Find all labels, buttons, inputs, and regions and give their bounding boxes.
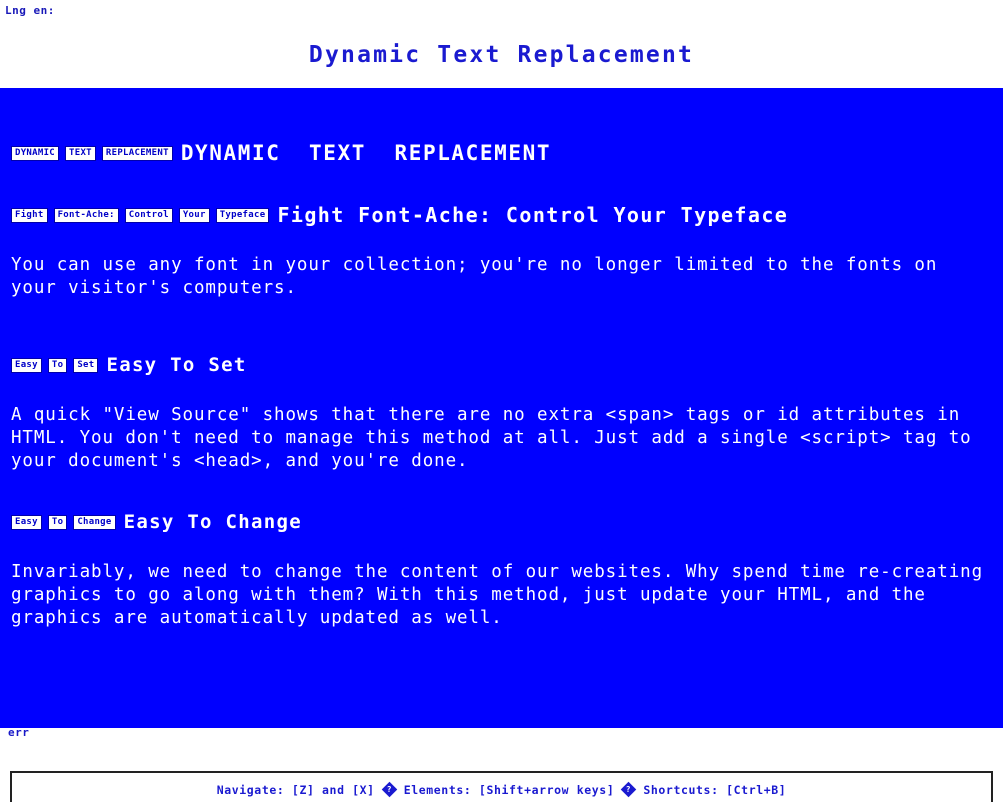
page-heading-easy-to-set: Easy To Set [106, 354, 247, 376]
alt-text-box[interactable]: Font-Ache: [53, 207, 119, 223]
alt-text-box[interactable]: DYNAMIC [11, 145, 60, 161]
keyboard-hint-box: Navigate: [Z] and [X] Elements: [Shift+a… [10, 771, 993, 802]
hint-elements: Elements: [Shift+arrow keys] [403, 782, 615, 797]
page-content: DYNAMIC TEXT REPLACEMENT DYNAMIC TEXT RE… [0, 88, 1003, 630]
browser-bottom-status-fragment: err [8, 728, 30, 739]
spacer-after-p2 [11, 473, 992, 509]
alt-text-box[interactable]: Easy [11, 357, 42, 373]
browser-top-status-bar: Lng en: [0, 0, 1003, 22]
spacer-after-h1 [11, 166, 992, 202]
spacer-after-p1 [11, 300, 992, 352]
alt-text-box[interactable]: REPLACEMENT [101, 145, 173, 161]
diamond-question-icon [621, 781, 637, 798]
page-heading-h1: DYNAMIC TEXT REPLACEMENT [180, 141, 552, 165]
hint-navigate: Navigate: [Z] and [X] [216, 782, 375, 797]
paragraph-easy-to-change: Invariably, we need to change the conten… [11, 562, 995, 628]
diamond-question-icon [381, 781, 397, 798]
alt-text-box[interactable]: To [47, 514, 68, 530]
browser-bottom-status-area: err [0, 728, 1003, 768]
alt-text-box[interactable]: Change [73, 514, 116, 530]
page-heading-easy-to-change: Easy To Change [123, 511, 302, 533]
document-title: Dynamic Text Replacement [308, 42, 695, 68]
alt-text-box[interactable]: TEXT [65, 145, 96, 161]
alt-text-box[interactable]: Easy [11, 514, 42, 530]
spacer-before-p3 [11, 535, 992, 561]
heading-row-easy-to-set: Easy To Set Easy To Set [11, 352, 992, 378]
alt-text-box[interactable]: Fight [11, 207, 48, 223]
paragraph-easy-to-set: A quick "View Source" shows that there a… [11, 405, 984, 471]
heading-row-easy-to-change: Easy To Change Easy To Change [11, 509, 992, 535]
spacer-top [11, 88, 992, 140]
hint-shortcuts: Shortcuts: [Ctrl+B] [643, 782, 787, 797]
heading-row-h1: DYNAMIC TEXT REPLACEMENT DYNAMIC TEXT RE… [11, 140, 992, 166]
page-heading-h2: Fight Font-Ache: Control Your Typeface [277, 203, 789, 227]
rendered-page-canvas: DYNAMIC TEXT REPLACEMENT DYNAMIC TEXT RE… [0, 88, 1003, 728]
alt-text-box[interactable]: Your [178, 207, 210, 223]
alt-text-box[interactable]: Typeface [215, 207, 270, 223]
paragraph-fonts: You can use any font in your collection;… [11, 255, 949, 298]
keyboard-hint-content: Navigate: [Z] and [X] Elements: [Shift+a… [216, 781, 787, 798]
alt-text-box[interactable]: Set [73, 357, 99, 373]
spacer-before-p1 [11, 228, 992, 254]
document-title-bar: Dynamic Text Replacement [0, 22, 1003, 88]
alt-text-box[interactable]: To [47, 357, 68, 373]
alt-text-box[interactable]: Control [124, 207, 173, 223]
heading-row-h2: Fight Font-Ache: Control Your Typeface F… [11, 202, 992, 228]
spacer-before-p2 [11, 378, 992, 404]
